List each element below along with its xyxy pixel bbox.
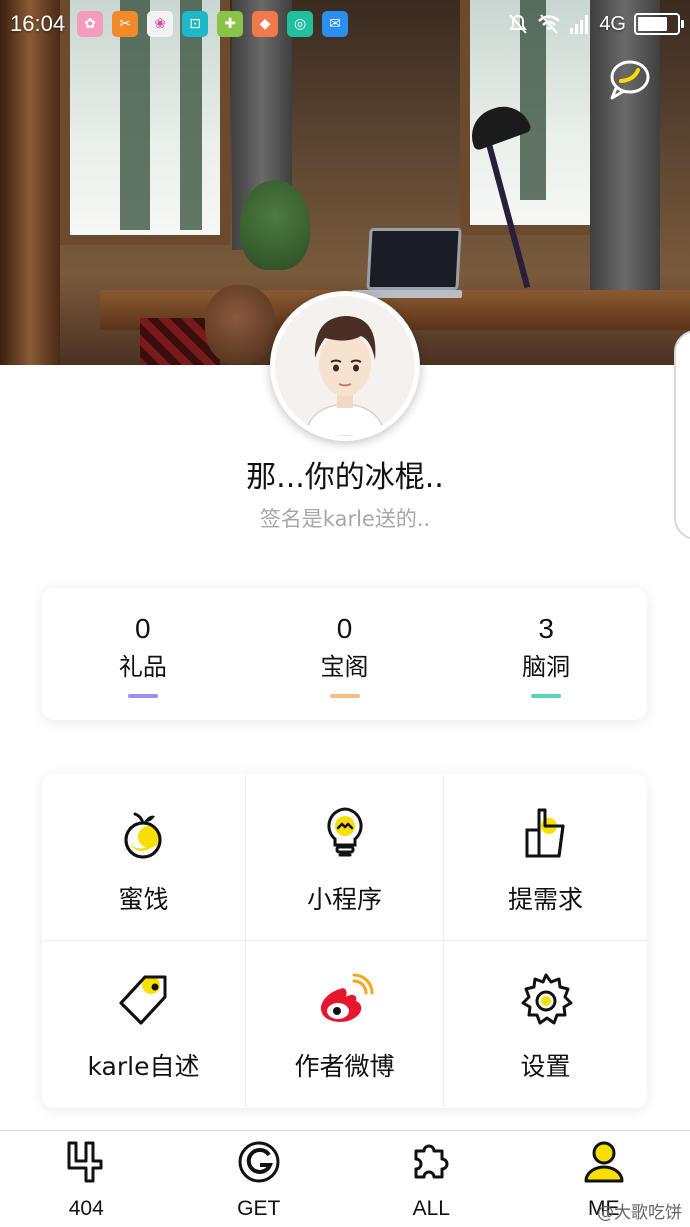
tag-icon bbox=[119, 975, 166, 1025]
cover-dog bbox=[205, 285, 275, 365]
message-app-icon: ✉ bbox=[322, 11, 349, 37]
username: 那...你的冰棍.. bbox=[246, 460, 444, 495]
cover-trunk bbox=[0, 0, 60, 365]
nav-label: ALL bbox=[412, 1197, 450, 1220]
signature: 签名是karle送的.. bbox=[259, 507, 431, 531]
cover-plant bbox=[240, 180, 310, 270]
menu-item-settings[interactable]: 设置 bbox=[444, 941, 647, 1108]
stat-value: 3 bbox=[538, 613, 554, 644]
petal-app-icon: ❀ bbox=[147, 11, 174, 37]
stat-value: 0 bbox=[336, 613, 353, 644]
menu-item-about-karle[interactable]: karle自述 bbox=[42, 941, 246, 1108]
orange-bag-app-icon: ◆ bbox=[252, 11, 279, 37]
message-button[interactable] bbox=[606, 56, 654, 102]
menu-item-candied-fruit[interactable]: 蜜饯 bbox=[42, 774, 246, 941]
menu-label: karle自述 bbox=[87, 1052, 200, 1081]
stat-label: 礼品 bbox=[118, 653, 167, 681]
stat-gifts[interactable]: 0 礼品 bbox=[42, 588, 244, 720]
menu-label: 小程序 bbox=[306, 885, 382, 914]
stat-label: 脑洞 bbox=[522, 653, 571, 681]
status-time: 16:04 bbox=[10, 11, 66, 36]
nav-all[interactable]: ALL bbox=[345, 1131, 518, 1227]
menu-label: 设置 bbox=[520, 1052, 571, 1081]
stat-treasures[interactable]: 0 宝阁 bbox=[244, 588, 446, 720]
stat-indicator bbox=[531, 694, 562, 698]
nav-label: 404 bbox=[68, 1197, 104, 1220]
menu-item-author-weibo[interactable]: 作者微博 bbox=[246, 941, 444, 1108]
butterfly-app-icon: ✿ bbox=[77, 11, 104, 37]
weibo-icon bbox=[320, 973, 373, 1022]
puzzle-icon bbox=[414, 1144, 449, 1179]
stat-value: 0 bbox=[135, 613, 151, 644]
network-type: 4G bbox=[599, 12, 626, 35]
scan-app-icon: ⊡ bbox=[182, 11, 209, 37]
stats-card: 0 礼品 0 宝阁 3 脑洞 bbox=[42, 588, 647, 720]
bulb-icon bbox=[326, 807, 363, 857]
nav-404[interactable]: 404 bbox=[0, 1131, 173, 1227]
battery-fill bbox=[638, 17, 667, 31]
bottom-nav: 404 GET ALL ME bbox=[0, 1130, 690, 1227]
stat-indicator bbox=[127, 694, 158, 698]
status-right: 4G bbox=[507, 12, 684, 36]
shopping-bag-app-icon: ✚ bbox=[217, 11, 244, 37]
four-icon bbox=[67, 1141, 103, 1183]
watermark: @大歌吃饼 bbox=[597, 1203, 682, 1223]
nav-label: GET bbox=[237, 1197, 281, 1220]
person-icon bbox=[584, 1141, 624, 1183]
cover-laptop bbox=[366, 228, 462, 290]
avatar-image bbox=[275, 296, 415, 436]
menu-label: 提需求 bbox=[507, 885, 583, 914]
stat-ideas[interactable]: 3 脑洞 bbox=[445, 588, 647, 720]
ring-app-icon: ◎ bbox=[287, 11, 314, 37]
scissors-app-icon: ✂ bbox=[112, 11, 139, 37]
menu-label: 蜜饯 bbox=[118, 885, 169, 914]
gear-icon bbox=[521, 973, 572, 1025]
orange-icon bbox=[124, 812, 161, 859]
thumb-up-icon bbox=[525, 808, 564, 858]
wifi-icon bbox=[538, 14, 561, 34]
menu-label: 作者微博 bbox=[294, 1052, 395, 1081]
g-icon bbox=[238, 1141, 280, 1183]
status-bar: 16:04 ✿ ✂ ❀ ⊡ ✚ ◆ ◎ ✉ 4G bbox=[0, 0, 690, 48]
battery-icon bbox=[634, 13, 684, 35]
signal-icon bbox=[570, 15, 589, 34]
stat-label: 宝阁 bbox=[320, 653, 369, 681]
stat-indicator bbox=[329, 694, 360, 698]
mute-bell-icon bbox=[509, 14, 528, 34]
notification-icons: ✿ ✂ ❀ ⊡ ✚ ◆ ◎ ✉ bbox=[77, 11, 349, 37]
avatar-illustration bbox=[304, 316, 386, 436]
menu-item-mini-program[interactable]: 小程序 bbox=[246, 774, 444, 941]
avatar[interactable] bbox=[270, 291, 420, 441]
menu-item-request[interactable]: 提需求 bbox=[444, 774, 647, 941]
nav-get[interactable]: GET bbox=[173, 1131, 346, 1227]
chat-bubble-icon bbox=[610, 60, 650, 100]
menu-grid: 蜜饯 小程序 提需求 karle自述 作者微博 设置 bbox=[42, 774, 647, 1108]
